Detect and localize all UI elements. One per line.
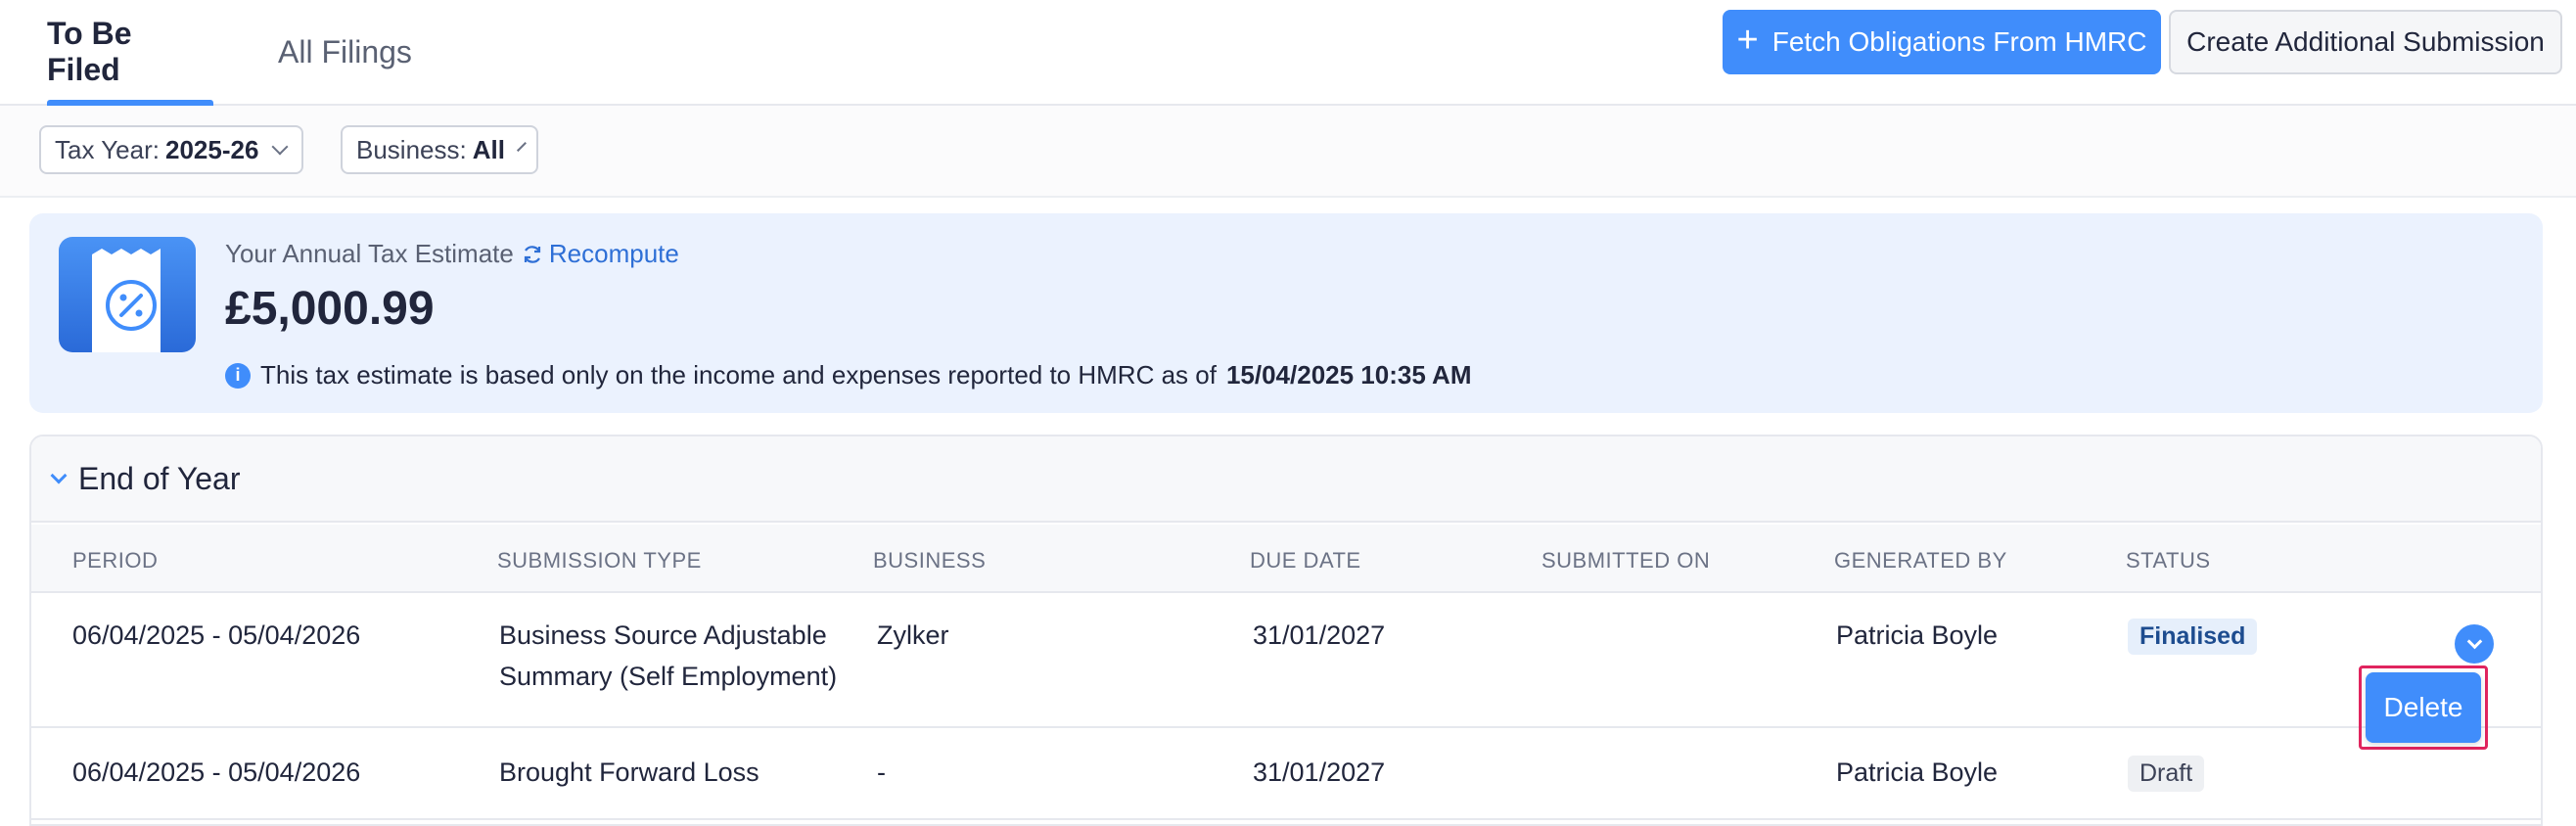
table-row[interactable]: 06/04/2025 - 05/04/2026 Business Source … — [31, 595, 2541, 728]
cell-business: Zylker — [877, 620, 949, 650]
fetch-obligations-label: Fetch Obligations From HMRC — [1771, 26, 2147, 57]
estimate-title: Your Annual Tax Estimate — [225, 239, 514, 268]
estimate-note-datetime: 15/04/2025 10:35 AM — [1225, 360, 1472, 390]
row-actions-toggle[interactable] — [2455, 624, 2494, 664]
status-badge: Finalised — [2128, 619, 2258, 655]
estimate-note-text: This tax estimate is based only on the i… — [260, 360, 1217, 390]
refresh-icon — [524, 245, 540, 263]
column-header-submission-type: SUBMISSION TYPE — [497, 548, 702, 573]
receipt-icon — [59, 237, 196, 352]
column-header-due-date: DUE DATE — [1250, 548, 1361, 573]
cell-submission-type: Business Source Adjustable — [499, 620, 827, 650]
tax-estimate-card: Your Annual Tax Estimate Recompute £5,00… — [29, 213, 2543, 413]
fetch-obligations-button[interactable]: + Fetch Obligations From HMRC — [1723, 10, 2161, 74]
recompute-label: Recompute — [548, 239, 679, 268]
cell-period: 06/04/2025 - 05/04/2026 — [72, 620, 361, 650]
tab-to-be-filed[interactable]: To Be Filed — [47, 0, 213, 106]
cell-period: 06/04/2025 - 05/04/2026 — [72, 757, 361, 787]
cell-generated-by: Patricia Boyle — [1836, 620, 1999, 650]
chevron-down-icon — [2466, 633, 2482, 650]
info-icon: i — [225, 362, 251, 389]
estimate-amount: £5,000.99 — [225, 283, 435, 335]
business-dropdown[interactable]: Business: All — [341, 125, 538, 174]
cell-business: - — [877, 757, 886, 787]
column-header-submitted-on: SUBMITTED ON — [1541, 548, 1711, 573]
business-label: Business: — [356, 134, 467, 164]
column-header-period: PERIOD — [72, 548, 159, 573]
tax-year-value: 2025-26 — [164, 134, 259, 164]
column-header-status: STATUS — [2126, 548, 2211, 573]
estimate-title-row: Your Annual Tax Estimate Recompute — [225, 239, 679, 269]
end-of-year-header[interactable]: End of Year — [31, 436, 2541, 523]
table-header: PERIOD SUBMISSION TYPE BUSINESS DUE DATE… — [31, 525, 2541, 593]
recompute-link[interactable]: Recompute — [522, 239, 679, 269]
cell-submission-type: Brought Forward Loss — [499, 757, 759, 787]
tab-all-filings[interactable]: All Filings — [278, 0, 412, 104]
chevron-down-icon — [271, 138, 289, 156]
cell-submission-type-line2: Summary (Self Employment) — [499, 662, 838, 691]
cell-due-date: 31/01/2027 — [1253, 757, 1386, 787]
plus-icon: + — [1736, 20, 1759, 61]
tax-year-dropdown[interactable]: Tax Year: 2025-26 — [39, 125, 303, 174]
estimate-note: i This tax estimate is based only on the… — [225, 360, 1472, 390]
top-bar: To Be Filed All Filings + Fetch Obligati… — [0, 0, 2576, 106]
filter-bar: Tax Year: 2025-26 Business: All — [0, 106, 2576, 198]
chevron-down-icon — [517, 142, 527, 152]
delete-action-highlight: Delete — [2359, 665, 2488, 750]
create-additional-submission-button[interactable]: Create Additional Submission — [2169, 10, 2562, 74]
column-header-business: BUSINESS — [873, 548, 987, 573]
tax-year-label: Tax Year: — [55, 134, 160, 164]
business-value: All — [472, 134, 505, 164]
column-header-generated-by: GENERATED BY — [1834, 548, 2007, 573]
table-row[interactable]: 06/04/2025 - 05/04/2026 Brought Forward … — [31, 730, 2541, 820]
delete-button[interactable]: Delete — [2366, 672, 2481, 743]
cell-generated-by: Patricia Boyle — [1836, 757, 1999, 787]
chevron-down-icon — [50, 467, 68, 484]
section-title: End of Year — [78, 460, 241, 496]
status-badge: Draft — [2128, 756, 2205, 792]
cell-due-date: 31/01/2027 — [1253, 620, 1386, 650]
end-of-year-section: End of Year PERIOD SUBMISSION TYPE BUSIN… — [29, 435, 2543, 826]
